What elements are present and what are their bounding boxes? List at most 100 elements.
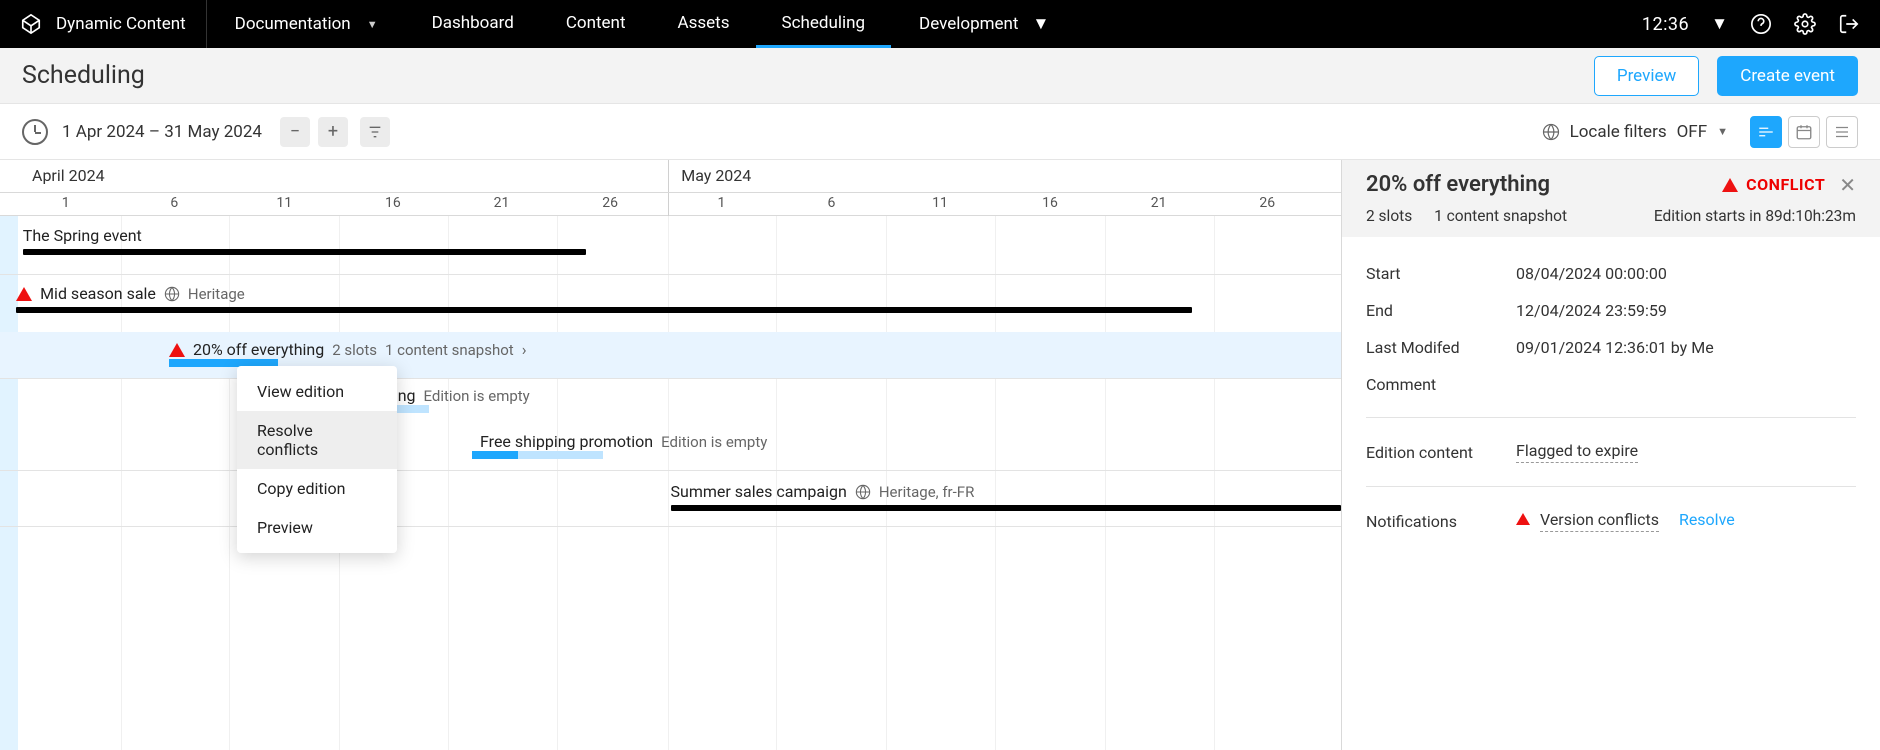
event-locale: Heritage, fr-FR (879, 483, 974, 501)
chevron-down-icon: ▼ (1717, 125, 1728, 138)
page-header: Scheduling Preview Create event (0, 48, 1880, 104)
chevron-down-icon[interactable]: ▼ (1711, 14, 1728, 34)
clock-icon[interactable] (22, 119, 48, 145)
tick: 16 (1042, 195, 1058, 211)
edition-free-shipping[interactable]: Free shipping promotion Edition is empty (472, 432, 603, 459)
tick: 6 (170, 195, 178, 211)
tick: 1 (718, 195, 726, 211)
field-start-label: Start (1366, 255, 1516, 292)
warning-icon (16, 287, 32, 301)
create-event-button[interactable]: Create event (1717, 56, 1858, 96)
ctx-preview[interactable]: Preview (237, 508, 397, 547)
details-body: Start 08/04/2024 00:00:00 End 12/04/2024… (1342, 237, 1880, 559)
date-range[interactable]: 1 Apr 2024 – 31 May 2024 (62, 122, 262, 142)
zoom-controls: − + (280, 117, 348, 147)
preview-button[interactable]: Preview (1594, 56, 1699, 96)
field-comment-value (1516, 366, 1856, 403)
details-title: 20% off everything (1366, 172, 1550, 197)
view-timeline-button[interactable] (1750, 116, 1782, 148)
conflict-label: CONFLICT (1746, 175, 1825, 194)
locale-filters[interactable]: Locale filters OFF ▼ (1542, 122, 1728, 142)
environment-menu[interactable]: Development ▼ (891, 14, 1077, 34)
timeline-rows: The Spring event Mid season sale Heritag… (0, 216, 1341, 750)
brand-name: Dynamic Content (56, 14, 186, 34)
locale-state: OFF (1677, 122, 1708, 142)
details-snapshots: 1 content snapshot (1434, 207, 1567, 225)
tick: 11 (276, 195, 292, 211)
event-empty: Edition is empty (661, 433, 767, 451)
field-start-value: 08/04/2024 00:00:00 (1516, 255, 1856, 292)
tick: 16 (385, 195, 401, 211)
view-list-button[interactable] (1826, 116, 1858, 148)
field-end-value: 12/04/2024 23:59:59 (1516, 292, 1856, 329)
settings-icon[interactable] (1794, 13, 1816, 35)
warning-icon (1516, 513, 1530, 525)
ticks: 1 6 11 16 21 26 1 6 11 16 21 26 (0, 192, 1341, 216)
zoom-out-button[interactable]: − (280, 117, 310, 147)
details-countdown: Edition starts in 89d:10h:23m (1654, 207, 1856, 225)
event-mid-season-sale[interactable]: Mid season sale Heritage (16, 284, 1192, 313)
ctx-resolve-conflicts[interactable]: Resolve conflicts (237, 411, 397, 469)
details-header: 20% off everything CONFLICT ✕ 2 slots 1 … (1342, 160, 1880, 237)
documentation-menu[interactable]: Documentation ▼ (207, 0, 406, 48)
context-menu: View edition Resolve conflicts Copy edit… (237, 366, 397, 553)
tick: 26 (602, 195, 618, 211)
chevron-down-icon: ▼ (367, 18, 378, 31)
help-icon[interactable] (1750, 13, 1772, 35)
details-slots: 2 slots (1366, 207, 1412, 225)
brand-block[interactable]: Dynamic Content (0, 0, 207, 48)
zoom-in-button[interactable]: + (318, 117, 348, 147)
tick: 1 (62, 195, 70, 211)
event-title: Free shipping promotion (480, 432, 653, 451)
nav-scheduling[interactable]: Scheduling (756, 0, 892, 48)
page-title: Scheduling (22, 61, 145, 90)
brand-logo-icon (20, 13, 42, 35)
conflict-badge: CONFLICT (1722, 175, 1825, 194)
environment-label: Development (919, 14, 1018, 34)
timeline[interactable]: April 2024 May 2024 1 6 11 16 21 26 1 6 … (0, 160, 1342, 750)
main-split: April 2024 May 2024 1 6 11 16 21 26 1 6 … (0, 160, 1880, 750)
ctx-copy-edition[interactable]: Copy edition (237, 469, 397, 508)
field-notifications-label: Notifications (1366, 501, 1516, 541)
event-snapshots: 1 content snapshot (385, 341, 514, 359)
field-end-label: End (1366, 292, 1516, 329)
tick: 11 (932, 195, 948, 211)
close-icon[interactable]: ✕ (1839, 173, 1856, 197)
timeline-header: April 2024 May 2024 1 6 11 16 21 26 1 6 … (0, 160, 1341, 216)
event-locale: Heritage (188, 285, 245, 303)
event-summer-sales[interactable]: Summer sales campaign Heritage, fr-FR (671, 482, 1342, 511)
details-panel: 20% off everything CONFLICT ✕ 2 slots 1 … (1342, 160, 1880, 750)
tick: 26 (1259, 195, 1275, 211)
field-modified-value: 09/01/2024 12:36:01 by Me (1516, 329, 1856, 366)
logout-icon[interactable] (1838, 13, 1860, 35)
event-slots: 2 slots (332, 341, 377, 359)
nav-assets[interactable]: Assets (652, 0, 756, 48)
tick: 6 (827, 195, 835, 211)
tick: 21 (494, 195, 510, 211)
field-edition-content-label: Edition content (1366, 432, 1516, 472)
tick: 21 (1151, 195, 1167, 211)
globe-icon (164, 286, 180, 302)
flagged-to-expire-link[interactable]: Flagged to expire (1516, 441, 1638, 463)
locale-label: Locale filters (1570, 122, 1667, 142)
version-conflicts-link[interactable]: Version conflicts (1540, 510, 1659, 532)
chevron-right-icon: › (522, 340, 527, 359)
view-toggle (1750, 116, 1858, 148)
month-label: May 2024 (681, 166, 751, 185)
documentation-label: Documentation (235, 14, 351, 34)
filter-button[interactable] (360, 117, 390, 147)
nav-content[interactable]: Content (540, 0, 652, 48)
warning-icon (169, 343, 185, 357)
resolve-link[interactable]: Resolve (1679, 510, 1735, 529)
ctx-view-edition[interactable]: View edition (237, 372, 397, 411)
event-title: The Spring event (23, 226, 142, 245)
nav-dashboard[interactable]: Dashboard (406, 0, 540, 48)
view-calendar-button[interactable] (1788, 116, 1820, 148)
globe-icon (855, 484, 871, 500)
event-empty: Edition is empty (424, 387, 530, 405)
edition-20-off[interactable]: 20% off everything 2 slots 1 content sna… (169, 340, 278, 367)
appbar: Dynamic Content Documentation ▼ Dashboar… (0, 0, 1880, 48)
field-comment-label: Comment (1366, 366, 1516, 403)
chevron-down-icon: ▼ (1033, 14, 1050, 34)
event-spring[interactable]: The Spring event (23, 226, 586, 255)
